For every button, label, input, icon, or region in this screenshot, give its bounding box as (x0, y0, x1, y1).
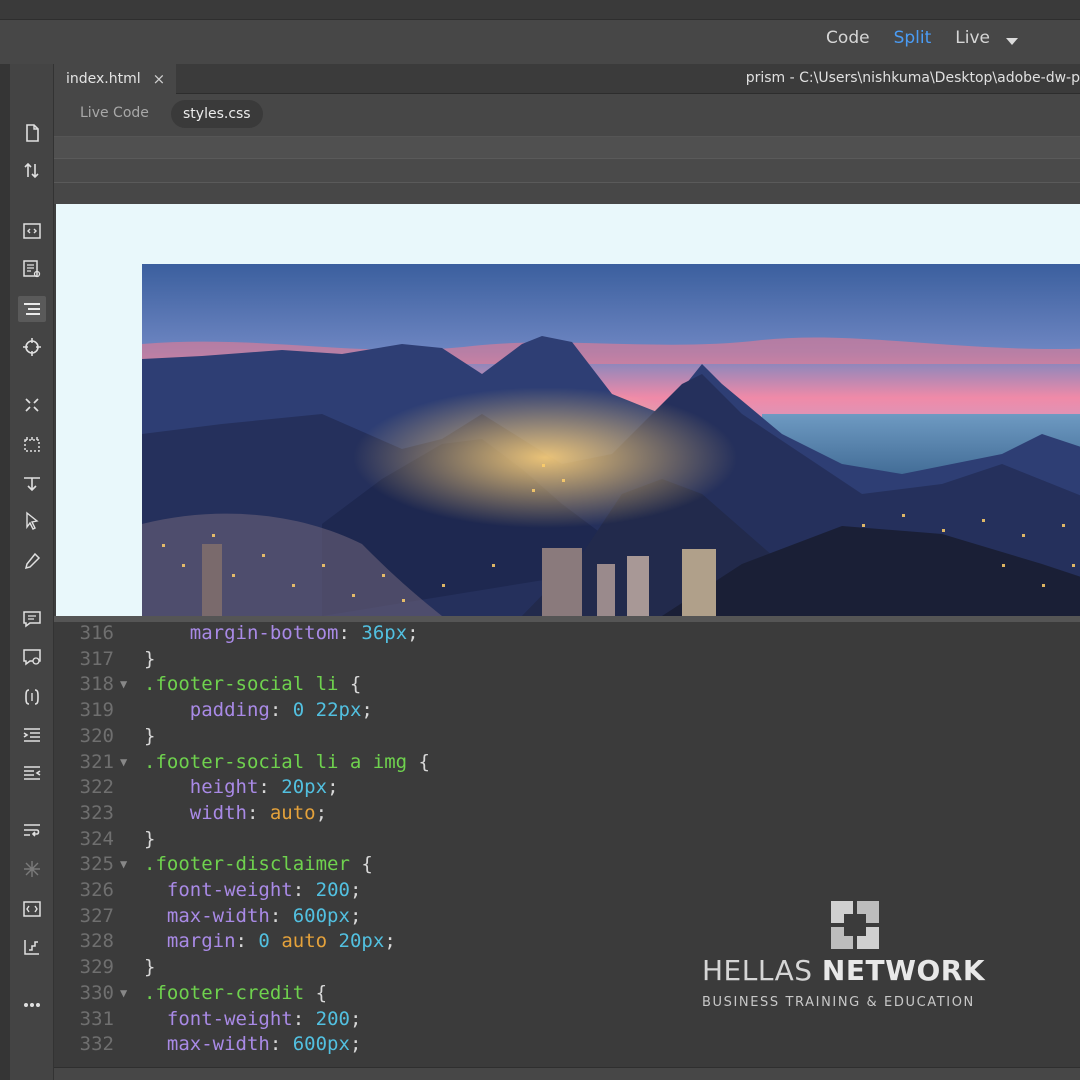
code-text: .footer-disclaimer { (144, 853, 373, 876)
code-line[interactable]: 324} (54, 827, 1080, 853)
code-text: margin-bottom: 36px; (189, 622, 419, 644)
more-icon[interactable] (18, 992, 46, 1018)
live-view-pane[interactable] (56, 204, 1080, 616)
code-line[interactable]: 318 ▼ .footer-social li { (54, 672, 1080, 698)
document-tab-label: index.html (66, 71, 141, 87)
styles-css-tab[interactable]: styles.css (171, 100, 263, 128)
line-number: 323 (79, 801, 114, 824)
fold-toggle-icon[interactable]: ▼ (120, 750, 127, 776)
code-line[interactable]: 322 height: 20px; (54, 775, 1080, 801)
code-text: padding: 0 22px; (189, 699, 373, 722)
eyedropper-icon[interactable] (18, 548, 46, 574)
line-number: 329 (79, 956, 114, 979)
wrap-tag-icon[interactable] (18, 684, 46, 710)
code-text: height: 20px; (189, 776, 339, 799)
code-line[interactable]: 319 padding: 0 22px; (54, 698, 1080, 724)
sparkle-icon[interactable] (18, 856, 46, 882)
inspect-icon[interactable] (18, 256, 46, 282)
document-path: prism - C:\Users\nishkuma\Desktop\adobe-… (745, 70, 1080, 86)
code-text: } (144, 647, 156, 670)
code-line[interactable]: 317} (54, 647, 1080, 673)
code-text: font-weight: 200; (166, 1007, 362, 1030)
element-hud-bar (54, 136, 1080, 158)
chevron-down-icon[interactable] (1006, 38, 1018, 45)
code-text: font-weight: 200; (166, 879, 362, 901)
code-text: margin: 0 auto 20px; (166, 930, 396, 953)
line-number: 332 (79, 1033, 114, 1056)
status-bar (54, 1067, 1080, 1080)
panel-edge (0, 64, 10, 1080)
view-switcher: Code Split Live (826, 28, 990, 48)
code-text: } (144, 827, 156, 850)
code-text: max-width: 600px; (166, 904, 362, 927)
comment-icon[interactable] (18, 606, 46, 632)
code-text: .footer-social li { (144, 673, 362, 696)
hellas-network-mark-icon (831, 901, 879, 949)
media-query-bar (54, 158, 1080, 182)
line-number: 321 (79, 750, 114, 773)
split-view-button[interactable]: Split (894, 28, 932, 48)
collapse-selection-icon[interactable] (18, 392, 46, 418)
line-number: 326 (79, 879, 114, 901)
document-tab-index[interactable]: index.html × (54, 64, 176, 94)
live-code-icon[interactable] (18, 896, 46, 922)
hero-cityscape-image (142, 264, 1080, 616)
fold-toggle-icon[interactable]: ▼ (120, 852, 127, 878)
code-line[interactable]: 325 ▼ .footer-disclaimer { (54, 852, 1080, 878)
brand-name: HELLAS NETWORK (702, 954, 985, 987)
brand-name-bold: NETWORK (821, 954, 986, 987)
brand-name-light: HELLAS (702, 954, 813, 987)
code-view-icon[interactable] (18, 218, 46, 244)
code-text: } (144, 956, 156, 979)
hellas-network-logo: HELLAS NETWORK BUSINESS TRAINING & EDUCA… (700, 898, 1020, 1018)
code-line[interactable]: 323 width: auto; (54, 801, 1080, 827)
line-number: 327 (79, 904, 114, 927)
line-number: 320 (79, 724, 114, 747)
line-number: 322 (79, 776, 114, 799)
brand-tagline: BUSINESS TRAINING & EDUCATION (702, 995, 975, 1010)
code-line[interactable]: 321 ▼ .footer-social li a img { (54, 750, 1080, 776)
document-tab-bar: index.html × prism - C:\Users\nishkuma\D… (54, 64, 1080, 94)
coding-toolbar (10, 64, 54, 1080)
code-text: } (144, 724, 156, 747)
code-line[interactable]: 316 margin-bottom: 36px; (54, 622, 1080, 647)
live-code-tab[interactable]: Live Code (80, 105, 149, 121)
related-files-bar: Live Code styles.css (54, 94, 1080, 136)
fold-toggle-icon[interactable]: ▼ (120, 672, 127, 698)
ruler-bar (54, 182, 1080, 204)
code-text: .footer-credit { (144, 981, 328, 1004)
fold-toggle-icon[interactable]: ▼ (120, 981, 127, 1007)
line-number: 317 (79, 647, 114, 670)
word-wrap-icon[interactable] (18, 818, 46, 844)
new-file-icon[interactable] (18, 120, 46, 146)
remove-comment-icon[interactable] (18, 644, 46, 670)
code-line[interactable]: 332 max-width: 600px; (54, 1032, 1080, 1058)
expand-all-icon[interactable] (18, 432, 46, 458)
expand-collapse-icon[interactable] (18, 158, 46, 184)
line-number: 331 (79, 1007, 114, 1030)
code-text: max-width: 600px; (166, 1033, 362, 1056)
line-number: 324 (79, 827, 114, 850)
select-parent-tag-icon[interactable] (18, 470, 46, 496)
line-number: 318 (79, 673, 114, 696)
live-view-button[interactable]: Live (955, 28, 990, 48)
line-number: 330 (79, 981, 114, 1004)
line-number: 328 (79, 930, 114, 953)
title-bar (0, 0, 1080, 20)
cursor-select-icon[interactable] (18, 508, 46, 534)
line-number: 325 (79, 853, 114, 876)
document-toolbar: Code Split Live (0, 20, 1080, 64)
line-number: 316 (79, 622, 114, 644)
outdent-icon[interactable] (18, 760, 46, 786)
code-view-button[interactable]: Code (826, 28, 870, 48)
line-number: 319 (79, 699, 114, 722)
code-line[interactable]: 320} (54, 724, 1080, 750)
indent-icon[interactable] (18, 722, 46, 748)
format-source-icon[interactable] (18, 296, 46, 322)
target-icon[interactable] (18, 334, 46, 360)
close-icon[interactable]: × (153, 70, 166, 88)
code-text: width: auto; (189, 801, 328, 824)
hierarchy-icon[interactable] (18, 934, 46, 960)
code-text: .footer-social li a img { (144, 750, 430, 773)
